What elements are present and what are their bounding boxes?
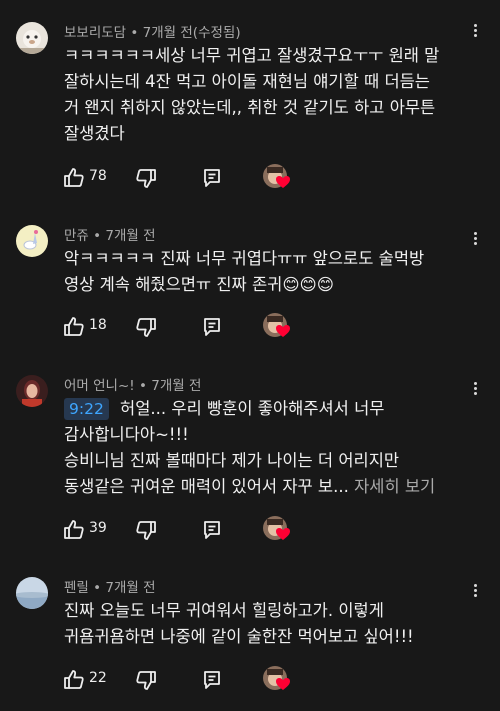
comment-line: 잘하시는데 4잔 먹고 아이돌 재현님 얘기할 때 더듬는 [64,72,430,91]
avatar[interactable] [16,577,48,609]
comment-actions: 18 [62,313,302,341]
comment-actions: 22 [62,666,302,694]
comment-line: 진짜 오늘도 너무 귀여워서 힐링하고가. 이렇게 [64,601,384,620]
comment-meta: 만쥬 • 7개월 전 [64,224,156,244]
thumbs-up-icon[interactable] [62,166,86,190]
comment-line: ㅋㅋㅋㅋㅋㅋ세상 너무 귀엽고 잘생겼구요ㅜㅜ 원래 말 [64,46,440,65]
creator-heart-icon [263,313,291,341]
thumbs-down-icon[interactable] [134,668,158,692]
comment-line: 거 왠지 취하지 않았는데,, 취한 것 같기도 하고 아무튼 [64,98,436,117]
comment-line: 동생같은 귀여운 매력이 있어서 자꾸 보... [64,477,349,496]
creator-heart-icon [263,666,291,694]
reply-icon[interactable] [200,668,224,692]
comment-line: 허얼... 우리 빵훈이 좋아해주셔서 너무 [114,399,385,418]
read-more-link[interactable]: 자세히 보기 [354,477,435,496]
comment-line: 귀욤귀욤하면 나중에 같이 술한잔 먹어보고 싶어!!! [64,627,414,646]
meta-separator: • [126,25,143,41]
reply-icon[interactable] [200,518,224,542]
thumbs-up-icon[interactable] [62,668,86,692]
top-cutoff-header: ― [0,0,500,10]
more-vert-icon[interactable] [472,380,478,398]
reply-icon[interactable] [200,166,224,190]
timestamp-link[interactable]: 9:22 [64,398,109,420]
comment-line: 감사합니다아~!!! [64,425,189,444]
meta-separator: • [88,228,106,244]
comment-time[interactable]: 7개월 전(수정됨) [143,25,241,41]
comment-author[interactable]: 어머 언니~! [64,378,135,394]
meta-separator: • [88,580,106,596]
comment-meta: 보보리도담 • 7개월 전(수정됨) [64,21,241,41]
meta-separator: • [134,378,152,394]
thumbs-up-icon[interactable] [62,518,86,542]
comment-time[interactable]: 7개월 전 [105,580,155,596]
like-count: 22 [89,670,107,686]
like-count: 78 [89,168,107,184]
comment-author[interactable]: 펜릴 [64,580,89,596]
comment-author[interactable]: 보보리도담 [64,25,126,41]
more-vert-icon[interactable] [472,22,478,40]
comment-line: 악ㅋㅋㅋㅋㅋ 진짜 너무 귀엽다ㅠㅠ 앞으로도 술먹방 [64,249,425,268]
creator-heart-icon [263,164,291,192]
comment-line: 영상 계속 해줬으면ㅠ 진짜 존귀😊😊😊 [64,275,334,294]
thumbs-up-icon[interactable] [62,315,86,339]
avatar[interactable] [16,225,48,257]
comment-meta: 펜릴 • 7개월 전 [64,576,156,596]
comment-actions: 78 [62,164,302,192]
top-cutoff-text: ― [22,0,36,6]
comment-text: ㅋㅋㅋㅋㅋㅋ세상 너무 귀엽고 잘생겼구요ㅜㅜ 원래 말 잘하시는데 4잔 먹고… [64,43,464,147]
like-count: 39 [89,520,107,536]
avatar[interactable] [16,375,48,407]
comment-meta: 어머 언니~! • 7개월 전 [64,374,201,394]
comment-text: 진짜 오늘도 너무 귀여워서 힐링하고가. 이렇게 귀욤귀욤하면 나중에 같이 … [64,598,464,650]
thumbs-down-icon[interactable] [134,518,158,542]
avatar[interactable] [16,22,48,54]
thumbs-down-icon[interactable] [134,315,158,339]
more-vert-icon[interactable] [472,582,478,600]
comment-actions: 39 [62,516,302,544]
creator-heart-icon [263,516,291,544]
comment-author[interactable]: 만쥬 [64,228,89,244]
comment-time[interactable]: 7개월 전 [105,228,155,244]
comment-line: 잘생겼다 [64,124,125,143]
reply-icon[interactable] [200,315,224,339]
comment-text: 9:22 허얼... 우리 빵훈이 좋아해주셔서 너무 감사합니다아~!!! 승… [64,396,464,500]
comment-text: 악ㅋㅋㅋㅋㅋ 진짜 너무 귀엽다ㅠㅠ 앞으로도 술먹방 영상 계속 해줬으면ㅠ … [64,246,464,298]
comment-line: 승비니님 진짜 볼때마다 제가 나이는 더 어리지만 [64,451,400,470]
thumbs-down-icon[interactable] [134,166,158,190]
comment-time[interactable]: 7개월 전 [151,378,201,394]
like-count: 18 [89,317,107,333]
more-vert-icon[interactable] [472,230,478,248]
